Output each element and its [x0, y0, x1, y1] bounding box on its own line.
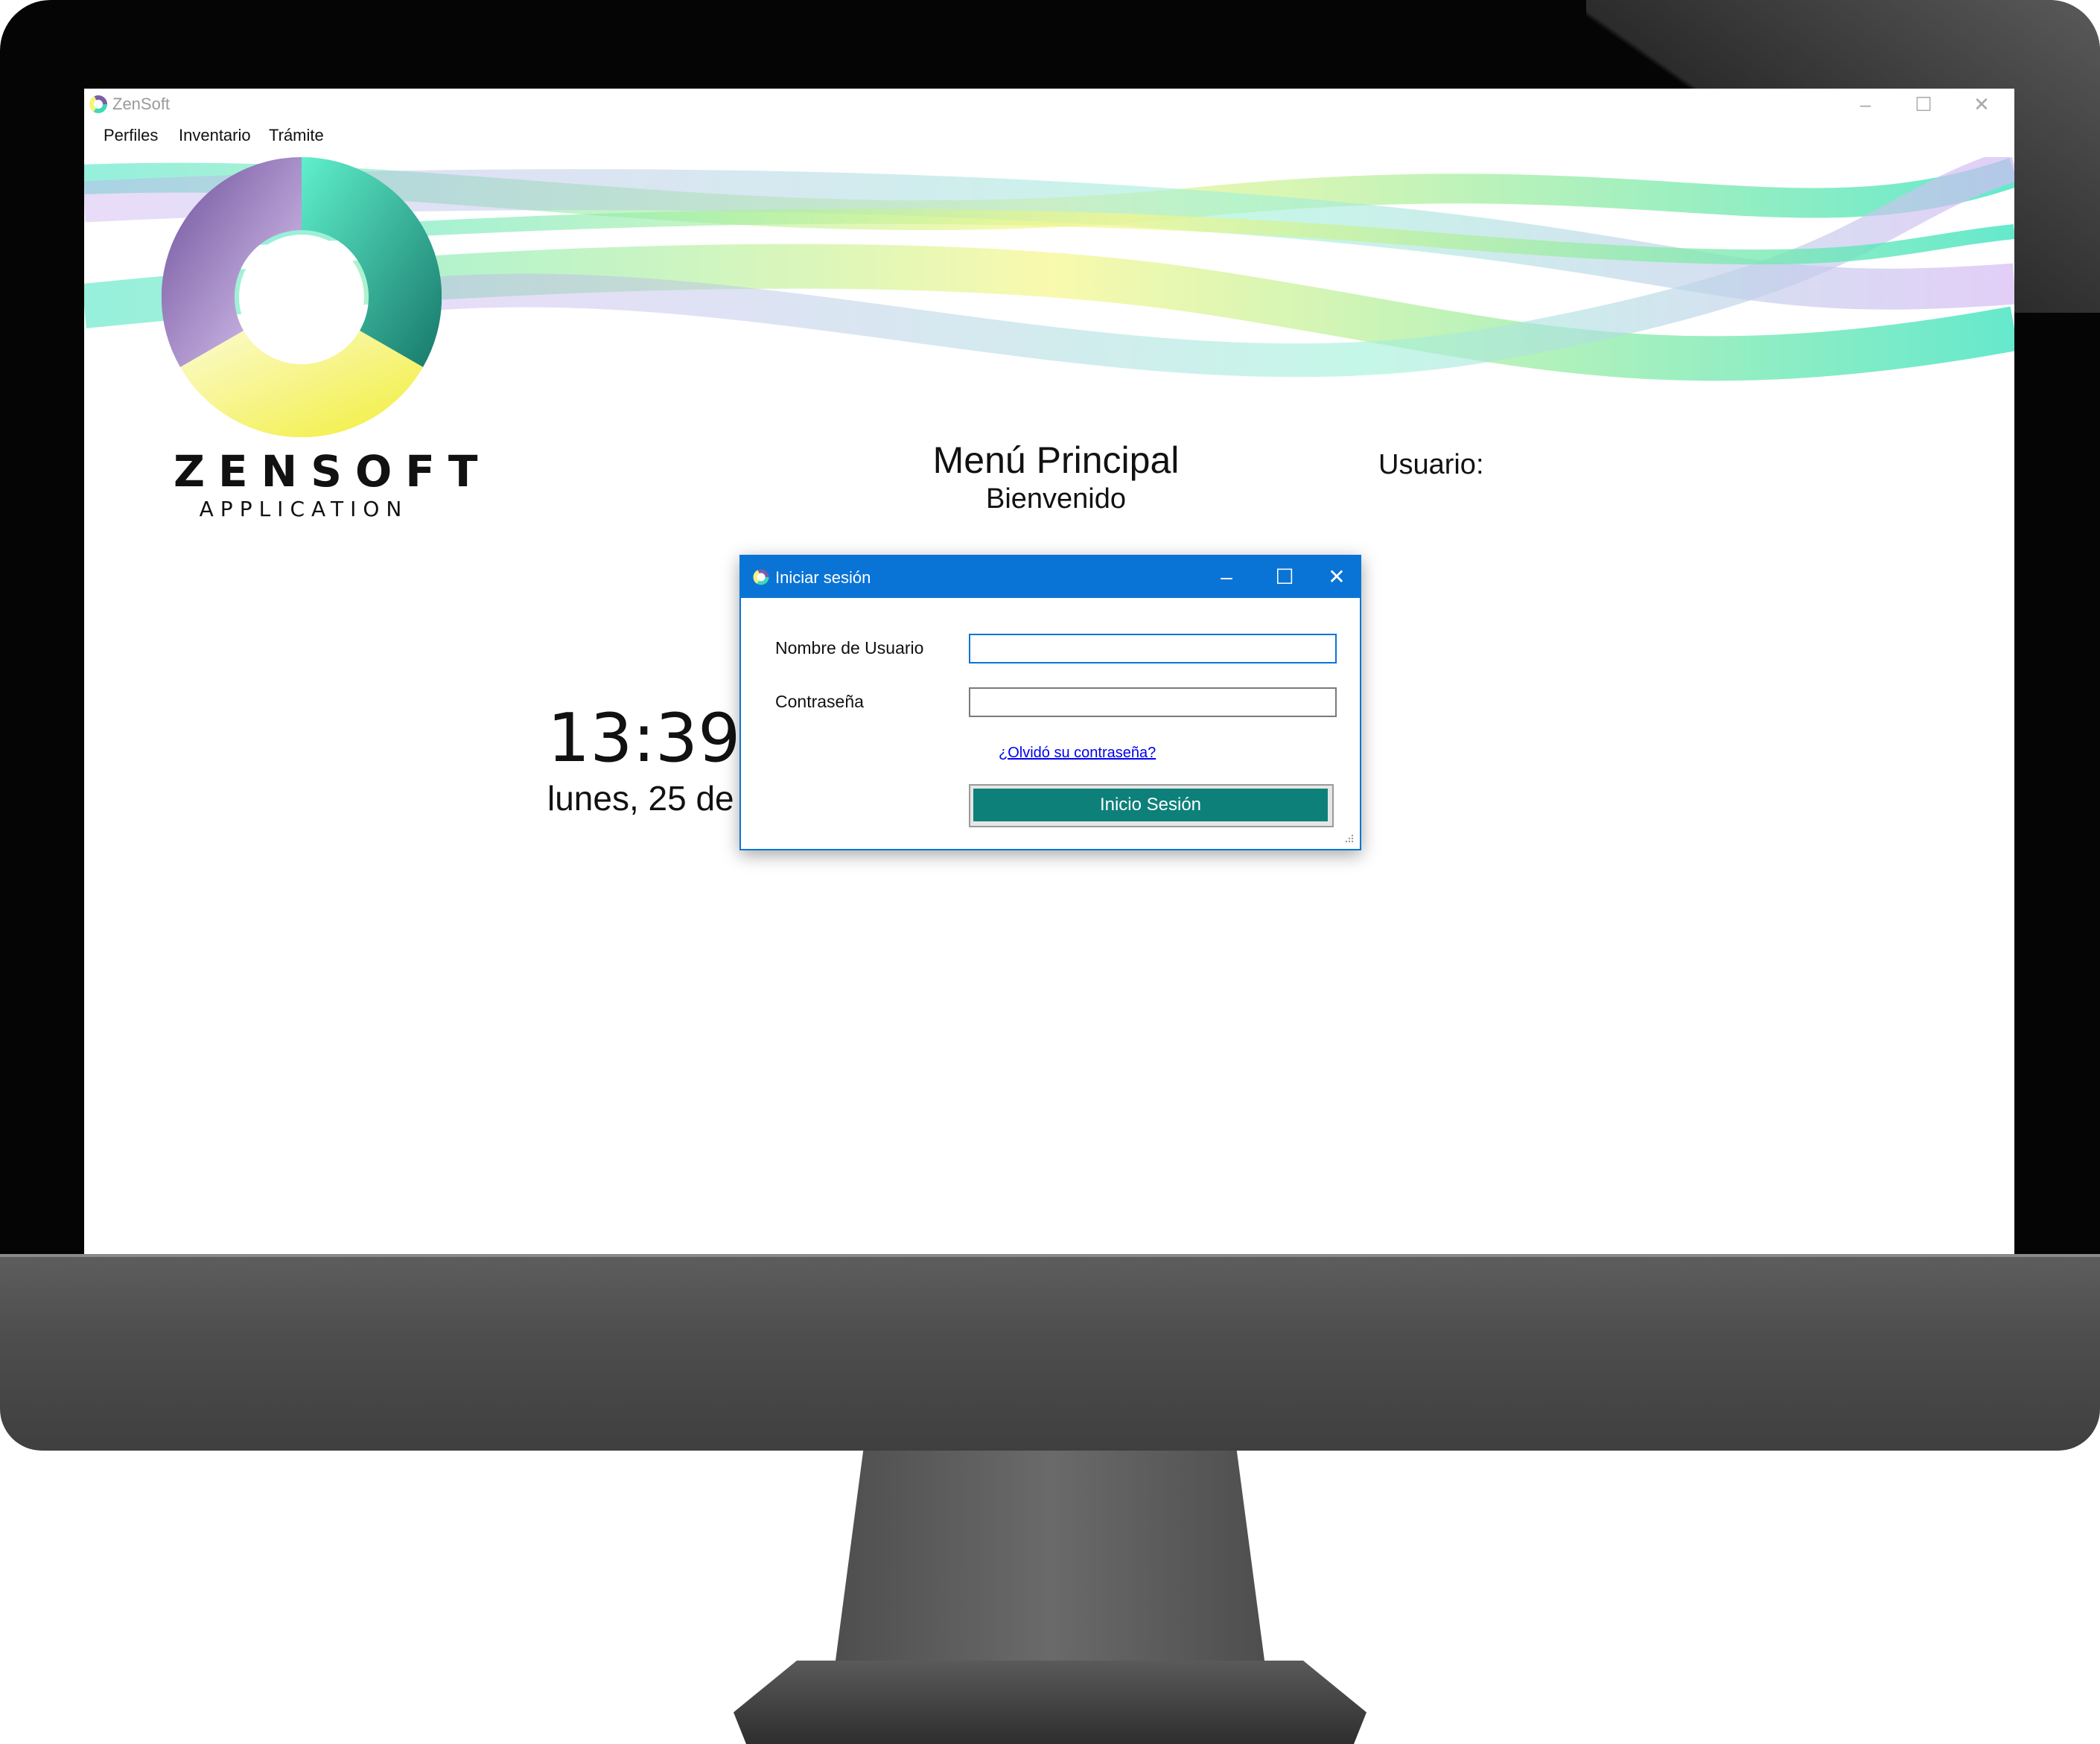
dialog-minimize-icon[interactable]: – [1204, 562, 1249, 592]
login-button[interactable]: Inicio Sesión [973, 789, 1328, 821]
zensoft-logo [162, 157, 442, 437]
dialog-titlebar: Iniciar sesión – ☐ ✕ [741, 556, 1360, 598]
app-window: ZenSoft – ☐ ✕ Perfiles Inventario Trámit… [84, 89, 2014, 1254]
minimize-icon[interactable]: – [1843, 92, 1888, 117]
window-titlebar: ZenSoft – ☐ ✕ [84, 89, 2014, 120]
brand-subtitle: APPLICATION [199, 497, 409, 521]
close-icon[interactable]: ✕ [1959, 92, 2004, 117]
monitor-stand-neck [833, 1451, 1267, 1674]
monitor-chin [0, 1257, 2100, 1451]
username-label: Nombre de Usuario [775, 638, 924, 658]
welcome-text: Bienvenido [985, 483, 1127, 515]
clock-time: 13:39 [547, 699, 741, 777]
menu-perfiles[interactable]: Perfiles [104, 126, 158, 145]
menu-bar [84, 120, 2014, 150]
dialog-close-icon[interactable]: ✕ [1314, 562, 1359, 592]
login-dialog: Iniciar sesión – ☐ ✕ Nombre de Usuario C… [739, 555, 1361, 850]
clock-date: lunes, 25 de [547, 779, 734, 818]
page-title: Menú Principal [932, 439, 1180, 481]
app-logo-icon [753, 569, 769, 585]
dialog-maximize-icon[interactable]: ☐ [1262, 562, 1307, 592]
brand-name: ZENSOFT [174, 446, 491, 497]
user-label: Usuario: [1378, 449, 1484, 480]
password-label: Contraseña [775, 692, 864, 711]
menu-inventario[interactable]: Inventario [179, 126, 251, 145]
monitor-stand-foot [734, 1661, 1366, 1744]
resize-grip-icon[interactable] [1343, 833, 1355, 845]
forgot-password-link[interactable]: ¿Olvidó su contraseña? [999, 745, 1156, 762]
password-field[interactable] [969, 687, 1337, 717]
app-logo-icon [89, 95, 107, 113]
username-field[interactable] [969, 634, 1337, 663]
maximize-icon[interactable]: ☐ [1901, 92, 1946, 117]
dialog-title: Iniciar sesión [775, 568, 871, 587]
window-title: ZenSoft [112, 95, 171, 113]
menu-tramite[interactable]: Trámite [269, 126, 324, 145]
